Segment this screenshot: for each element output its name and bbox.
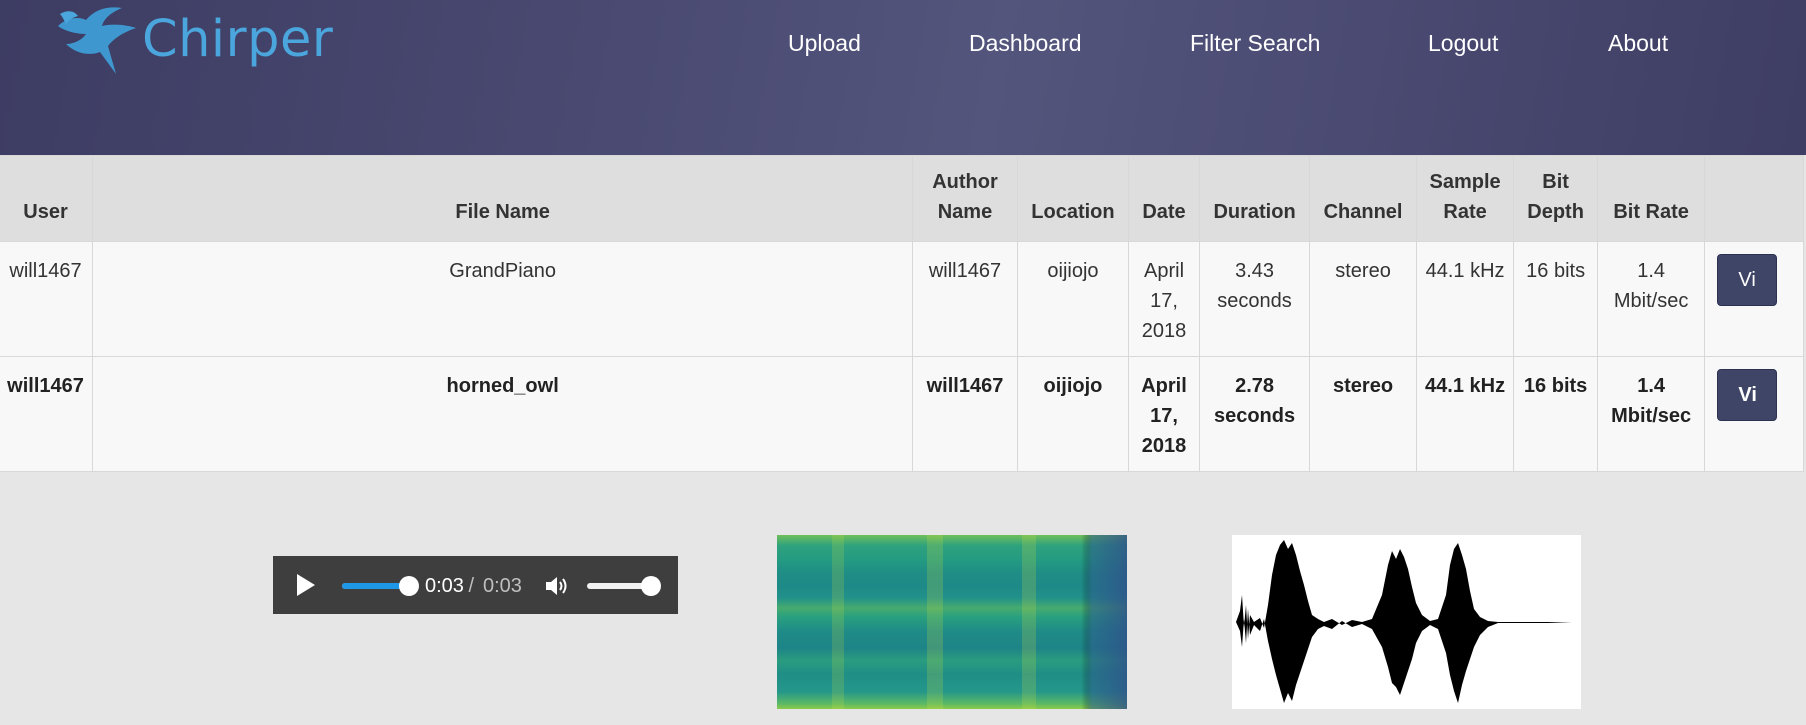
seek-thumb[interactable] bbox=[399, 576, 419, 596]
col-header-file-name[interactable]: File Name bbox=[92, 155, 914, 242]
nav-upload[interactable]: Upload bbox=[788, 29, 861, 57]
bird-logo-icon bbox=[58, 7, 136, 74]
brand-logo[interactable]: Chirper bbox=[52, 4, 334, 80]
cell-file-name: GrandPiano bbox=[92, 241, 914, 357]
cell-file-name: horned_owl bbox=[92, 356, 914, 472]
cell-user: will1467 bbox=[0, 241, 94, 357]
cell-author-name: will1467 bbox=[912, 241, 1018, 357]
nav-about[interactable]: About bbox=[1608, 29, 1668, 57]
audio-player: 0:03 / 0:03 bbox=[273, 556, 678, 614]
cell-channel: stereo bbox=[1309, 356, 1417, 472]
col-header-actions bbox=[1704, 155, 1804, 242]
view-button[interactable]: Vi bbox=[1717, 369, 1778, 421]
site-header: Chirper Upload Dashboard Filter Search L… bbox=[0, 0, 1806, 155]
cell-actions: Vi bbox=[1704, 241, 1804, 357]
play-icon[interactable] bbox=[295, 573, 317, 597]
cell-actions: Vi bbox=[1704, 356, 1804, 472]
waveform-panel bbox=[1232, 535, 1581, 709]
cell-duration: 3.43 seconds bbox=[1198, 241, 1311, 357]
seek-slider[interactable] bbox=[342, 576, 419, 596]
volume-slider[interactable] bbox=[587, 576, 661, 596]
volume-thumb[interactable] bbox=[641, 576, 661, 596]
nav-dashboard[interactable]: Dashboard bbox=[969, 29, 1082, 57]
cell-channel: stereo bbox=[1309, 241, 1417, 357]
cell-bit-depth: 16 bits bbox=[1513, 356, 1598, 472]
nav-filter-search[interactable]: Filter Search bbox=[1190, 29, 1320, 57]
cell-duration: 2.78 seconds bbox=[1198, 356, 1311, 472]
col-header-date[interactable]: Date bbox=[1128, 155, 1200, 242]
table-header-row: User File Name Author Name Location Date… bbox=[0, 155, 1804, 242]
col-header-sample-rate[interactable]: Sample Rate bbox=[1415, 155, 1515, 242]
cell-date: April 17, 2018 bbox=[1128, 356, 1200, 472]
cell-location: oijiojo bbox=[1016, 241, 1130, 357]
cell-bit-rate: 1.4 Mbit/sec bbox=[1596, 241, 1706, 357]
col-header-channel[interactable]: Channel bbox=[1309, 155, 1417, 242]
view-button[interactable]: Vi bbox=[1717, 254, 1778, 306]
table-row[interactable]: will1467 horned_owl will1467 oijiojo Apr… bbox=[0, 356, 1804, 472]
time-separator: / bbox=[463, 575, 480, 597]
cell-location: oijiojo bbox=[1016, 356, 1130, 472]
cell-bit-rate: 1.4 Mbit/sec bbox=[1596, 356, 1706, 472]
col-header-location[interactable]: Location bbox=[1016, 155, 1130, 242]
spectrogram-image bbox=[777, 535, 1127, 709]
nav-logout[interactable]: Logout bbox=[1428, 29, 1498, 57]
cell-sample-rate: 44.1 kHz bbox=[1415, 356, 1515, 472]
cell-author-name: will1467 bbox=[912, 356, 1018, 472]
waveform-image bbox=[1236, 540, 1572, 703]
cell-date: April 17, 2018 bbox=[1128, 241, 1200, 357]
recordings-table: User File Name Author Name Location Date… bbox=[0, 155, 1804, 472]
volume-icon[interactable] bbox=[544, 574, 570, 598]
col-header-author-name[interactable]: Author Name bbox=[912, 155, 1018, 242]
table-row[interactable]: will1467 GrandPiano will1467 oijiojo Apr… bbox=[0, 241, 1804, 357]
col-header-duration[interactable]: Duration bbox=[1198, 155, 1311, 242]
col-header-bit-rate[interactable]: Bit Rate bbox=[1596, 155, 1706, 242]
brand-name: Chirper bbox=[142, 10, 334, 69]
col-header-bit-depth[interactable]: Bit Depth bbox=[1513, 155, 1598, 242]
cell-user: will1467 bbox=[0, 356, 94, 472]
col-header-user[interactable]: User bbox=[0, 155, 94, 242]
cell-bit-depth: 16 bits bbox=[1513, 241, 1598, 357]
total-duration: 0:03 bbox=[483, 575, 522, 597]
current-time: 0:03 bbox=[425, 575, 464, 597]
cell-sample-rate: 44.1 kHz bbox=[1415, 241, 1515, 357]
